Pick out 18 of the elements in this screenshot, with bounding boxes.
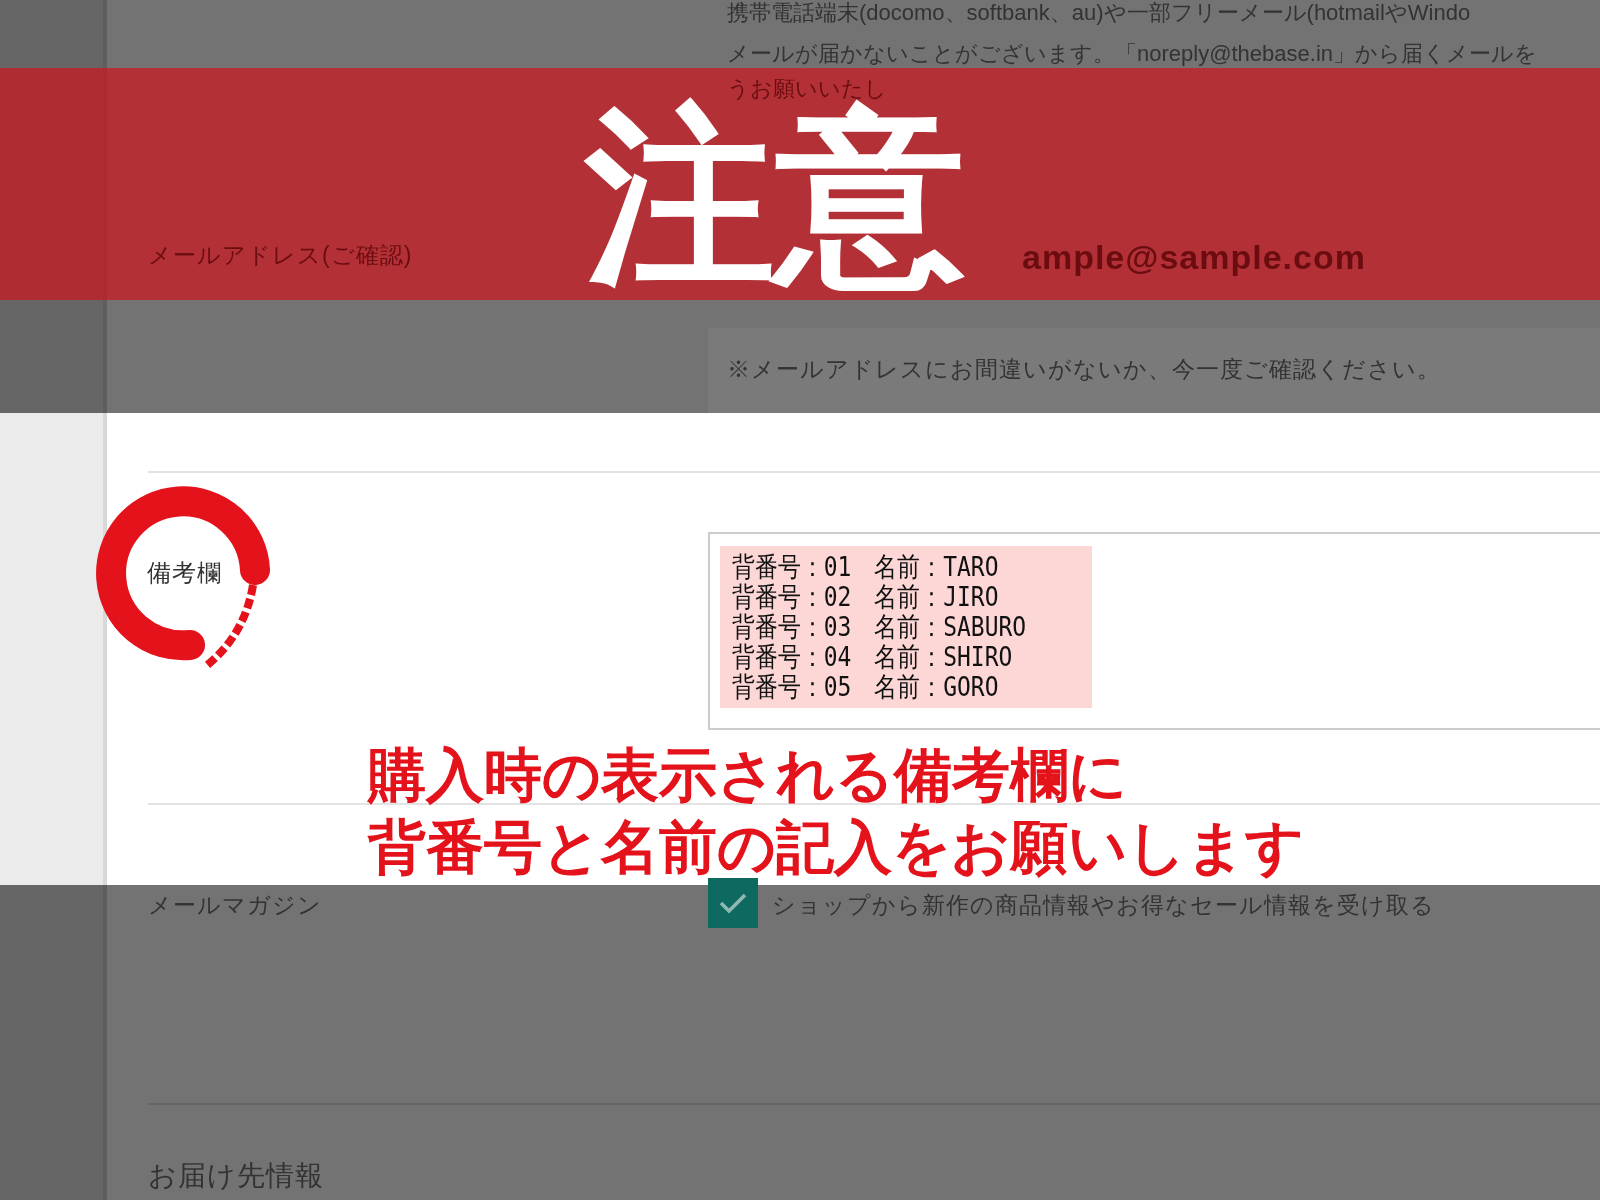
notice-text: メールが届かないことがございます。「noreply@thebase.in」から届くメールを — [727, 40, 1537, 68]
email-value: ample@sample.com — [1022, 237, 1366, 278]
instruction-text: 購入時の表示される備考欄に — [368, 741, 1128, 809]
field-label: メールマガジン — [148, 891, 322, 920]
notice-text: 携帯電話端末(docomo、softbank、au)や一部フリーメール(hotmailやWindo — [727, 0, 1471, 27]
section-heading: お届け先情報 — [148, 1161, 324, 1192]
remark-line: 背番号：05 名前：GORO — [732, 672, 1000, 702]
checkbox[interactable] — [708, 878, 758, 928]
field-label: メールアドレス(ご確認) — [148, 241, 413, 270]
hint-text: ※メールアドレスにお間違いがないか、今一度ご確認ください。 — [727, 355, 1441, 384]
remarks-field[interactable]: 背番号：01 名前：TARO 背番号：02 名前：JIRO 背番号：03 名前：SABURO 背番号：04 名前：SHIRO 背番号：05 名前：GORO — [708, 532, 1600, 730]
remark-line: 背番号：02 名前：JIRO — [732, 582, 1000, 612]
remark-line: 背番号：04 名前：SHIRO — [732, 642, 1014, 672]
instruction-text: 背番号と名前の記入をお願いします — [368, 813, 1304, 881]
remark-line: 背番号：03 名前：SABURO — [732, 612, 1027, 642]
remark-line: 背番号：01 名前：TARO — [732, 552, 1000, 582]
field-label: 備考欄 — [147, 558, 222, 588]
check-icon — [718, 891, 748, 915]
